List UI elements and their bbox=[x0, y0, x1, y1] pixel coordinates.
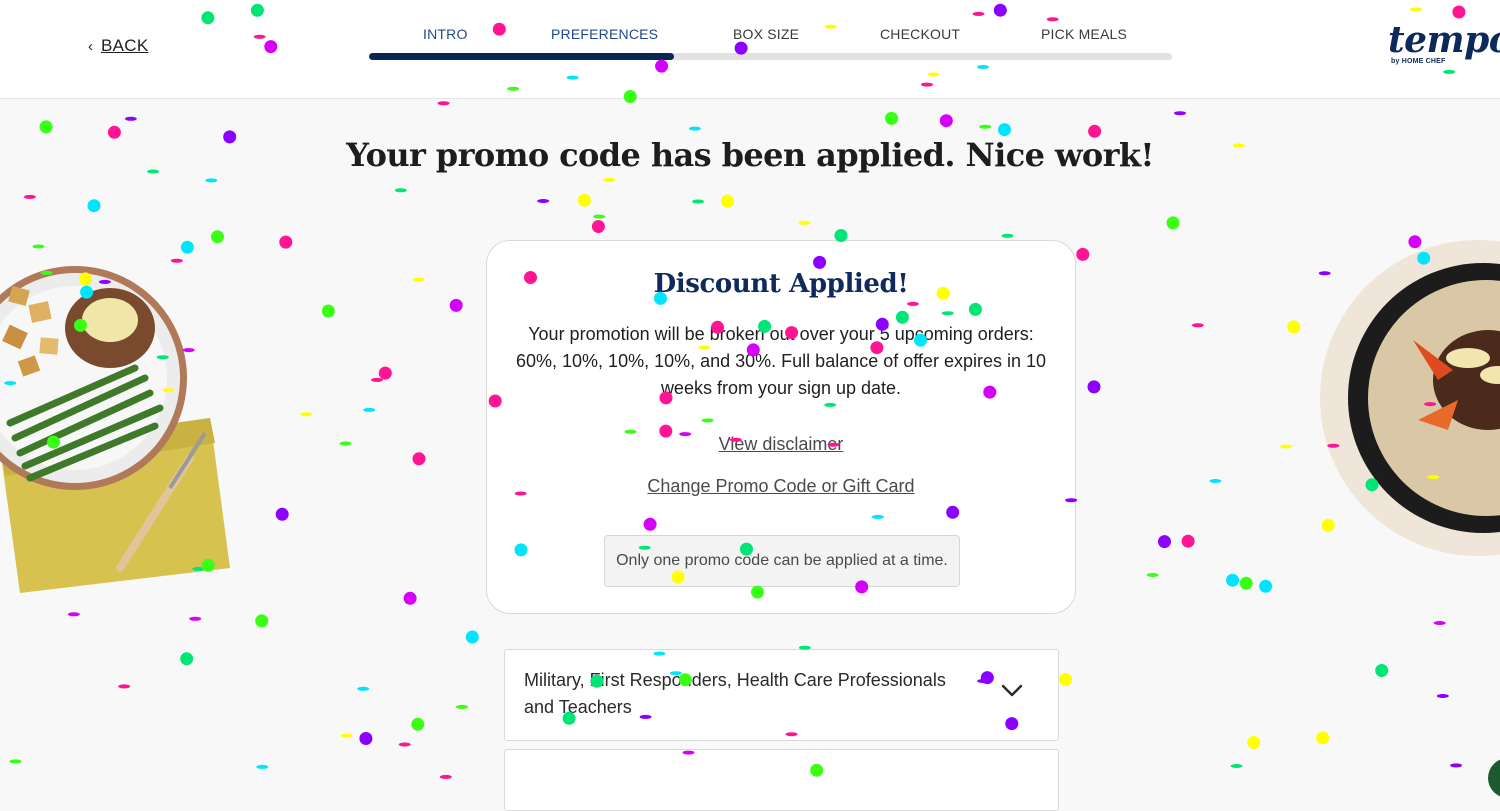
confetti-piece bbox=[398, 742, 411, 747]
confetti-piece bbox=[87, 199, 101, 213]
confetti-piece bbox=[300, 412, 313, 417]
confetti-piece bbox=[979, 124, 992, 129]
confetti-piece bbox=[412, 277, 425, 282]
confetti-piece bbox=[1226, 573, 1240, 587]
rice-bowl-image bbox=[1320, 240, 1500, 556]
confetti-piece bbox=[593, 214, 606, 219]
confetti-piece bbox=[1433, 621, 1446, 625]
confetti-piece bbox=[180, 652, 194, 666]
confetti-piece bbox=[211, 230, 224, 244]
logo-wordmark: tempo bbox=[1388, 19, 1500, 61]
confetti-piece bbox=[1181, 534, 1195, 548]
confetti-piece bbox=[1375, 664, 1389, 677]
tempo-logo[interactable]: tempo by HOME CHEF bbox=[1388, 22, 1500, 72]
confetti-piece bbox=[798, 220, 811, 225]
confetti-piece bbox=[339, 441, 352, 446]
confetti-piece bbox=[279, 235, 293, 249]
confetti-piece bbox=[411, 717, 425, 731]
confetti-piece bbox=[437, 101, 450, 106]
step-box-size[interactable]: BOX SIZE bbox=[733, 26, 799, 42]
confetti-piece bbox=[371, 377, 383, 382]
step-checkout[interactable]: CHECKOUT bbox=[880, 26, 960, 42]
confetti-piece bbox=[537, 199, 550, 203]
confetti-piece bbox=[412, 452, 426, 466]
confetti-piece bbox=[189, 616, 202, 621]
confetti-piece bbox=[1191, 323, 1204, 328]
confetti-piece bbox=[1230, 764, 1243, 768]
confetti-piece bbox=[205, 178, 218, 183]
confetti-piece bbox=[1001, 233, 1014, 238]
confetti-piece bbox=[1436, 694, 1449, 698]
confetti-piece bbox=[359, 732, 373, 745]
back-label: BACK bbox=[101, 36, 149, 55]
confetti-piece bbox=[465, 630, 479, 644]
chevron-down-icon bbox=[1001, 684, 1023, 697]
confetti-piece bbox=[1316, 731, 1330, 745]
confetti-piece bbox=[939, 114, 953, 128]
confetti-piece bbox=[255, 614, 269, 628]
confetti-piece bbox=[1287, 320, 1301, 334]
confetti-piece bbox=[321, 304, 335, 318]
steak-plate-image bbox=[0, 266, 230, 593]
confetti-piece bbox=[692, 199, 705, 204]
step-preferences[interactable]: PREFERENCES bbox=[551, 26, 658, 42]
view-disclaimer-link[interactable]: View disclaimer bbox=[487, 434, 1075, 455]
confetti-piece bbox=[275, 507, 289, 521]
confetti-piece bbox=[439, 774, 452, 779]
change-promo-link[interactable]: Change Promo Code or Gift Card bbox=[487, 476, 1075, 497]
confetti-piece bbox=[1259, 579, 1273, 593]
chevron-left-icon: ‹ bbox=[88, 37, 93, 55]
confetti-piece bbox=[591, 220, 605, 233]
confetti-piece bbox=[688, 126, 701, 131]
confetti-piece bbox=[998, 123, 1011, 137]
confetti-piece bbox=[1166, 216, 1180, 230]
promo-note: Only one promo code can be applied at a … bbox=[604, 535, 960, 587]
discount-card: Discount Applied! Your promotion will be… bbox=[486, 240, 1076, 614]
confetti-piece bbox=[403, 591, 417, 605]
confetti-piece bbox=[1209, 479, 1222, 483]
confetti-piece bbox=[1158, 535, 1171, 549]
confetti-piece bbox=[1174, 111, 1186, 116]
confetti-piece bbox=[394, 188, 407, 193]
confetti-piece bbox=[9, 759, 22, 764]
confetti-piece bbox=[1450, 763, 1463, 768]
confetti-piece bbox=[118, 684, 131, 689]
confetti-piece bbox=[449, 298, 463, 312]
progress-fill bbox=[369, 53, 675, 60]
confetti-piece bbox=[363, 407, 376, 412]
confetti-piece bbox=[577, 193, 591, 207]
discount-title: Discount Applied! bbox=[653, 269, 909, 299]
confetti-piece bbox=[721, 194, 734, 208]
confetti-piece bbox=[124, 116, 137, 121]
military-discount-accordion[interactable]: Military, First Responders, Health Care … bbox=[504, 649, 1059, 741]
confetti-piece bbox=[1087, 380, 1101, 394]
confetti-piece bbox=[1076, 247, 1090, 261]
back-button[interactable]: ‹ BACK bbox=[88, 36, 149, 56]
step-intro[interactable]: INTRO bbox=[423, 26, 468, 42]
discount-description: Your promotion will be broken out over y… bbox=[516, 324, 1046, 398]
confetti-piece bbox=[1059, 673, 1073, 686]
confetti-piece bbox=[23, 194, 36, 199]
confetti-piece bbox=[256, 764, 269, 769]
confetti-piece bbox=[603, 177, 616, 182]
confetti-piece bbox=[39, 120, 53, 134]
confetti-piece bbox=[1146, 573, 1159, 577]
confetti-piece bbox=[378, 366, 392, 380]
confetti-piece bbox=[885, 111, 898, 125]
confetti-piece bbox=[67, 612, 80, 617]
confetti-piece bbox=[456, 704, 468, 709]
accordion-label: Military, First Responders, Health Care … bbox=[524, 670, 946, 717]
chat-button[interactable] bbox=[1488, 758, 1500, 798]
confetti-piece bbox=[1247, 736, 1261, 749]
confetti-piece bbox=[340, 733, 353, 738]
step-pick-meals[interactable]: PICK MEALS bbox=[1041, 26, 1127, 42]
progress-steps: INTRO PREFERENCES BOX SIZE CHECKOUT PICK… bbox=[369, 26, 1172, 66]
confetti-piece bbox=[1239, 576, 1253, 590]
page-headline: Your promo code has been applied. Nice w… bbox=[346, 136, 1154, 174]
confetti-piece bbox=[1280, 444, 1293, 449]
confetti-piece bbox=[357, 686, 370, 691]
top-nav: ‹ BACK INTRO PREFERENCES BOX SIZE CHECKO… bbox=[0, 0, 1500, 99]
second-accordion[interactable] bbox=[504, 749, 1059, 811]
progress-track bbox=[369, 53, 1172, 60]
